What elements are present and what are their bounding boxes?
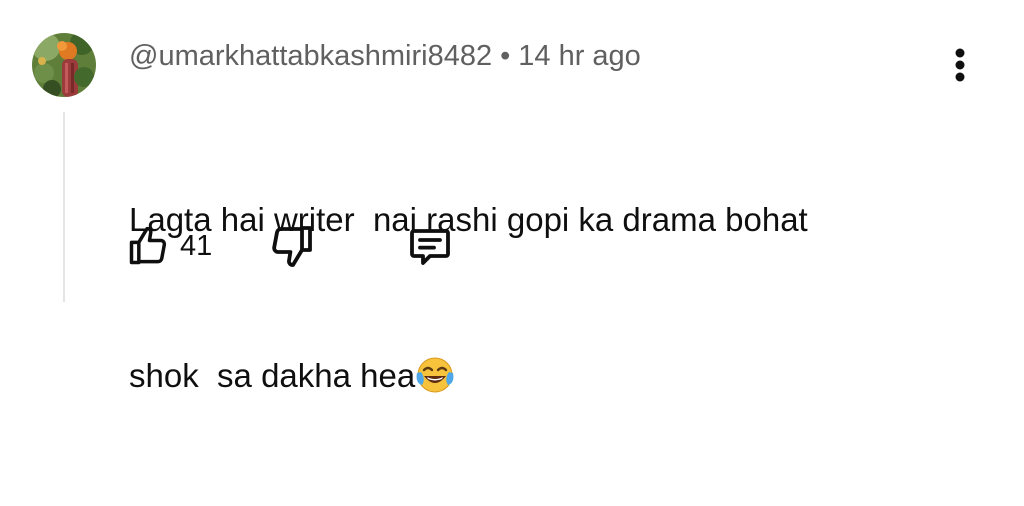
more-options-button[interactable] xyxy=(940,40,980,88)
reply-comment-icon xyxy=(410,229,450,265)
reply-button[interactable] xyxy=(406,222,454,270)
face-with-tears-of-joy-icon xyxy=(415,355,455,395)
comment-text-line-with-emoji: shok sa dakha hea xyxy=(129,350,929,402)
comment-item: @umarkhattabkashmiri8482 • 14 hr ago Lagta… xyxy=(0,0,1024,394)
thumbs-up-icon xyxy=(129,226,167,265)
comment-actions: 41 xyxy=(0,222,1024,272)
dislike-button[interactable] xyxy=(268,222,316,270)
meta-separator: • xyxy=(500,40,511,72)
more-vertical-icon xyxy=(955,48,965,82)
comment-text: Lagta hai writer nai rashi gopi ka drama… xyxy=(129,90,929,506)
like-count: 41 xyxy=(180,229,213,262)
comment-timestamp[interactable]: 14 hr ago xyxy=(518,40,641,72)
thread-line xyxy=(63,112,65,302)
thumbs-down-icon xyxy=(272,226,312,267)
comment-text-line: shok sa dakha hea xyxy=(129,357,416,394)
avatar-image xyxy=(32,33,96,97)
author-handle[interactable]: @umarkhattabkashmiri8482 xyxy=(129,40,492,72)
like-button[interactable]: 41 xyxy=(126,222,212,270)
avatar[interactable] xyxy=(32,33,96,97)
comment-meta: @umarkhattabkashmiri8482 • 14 hr ago xyxy=(129,38,641,74)
